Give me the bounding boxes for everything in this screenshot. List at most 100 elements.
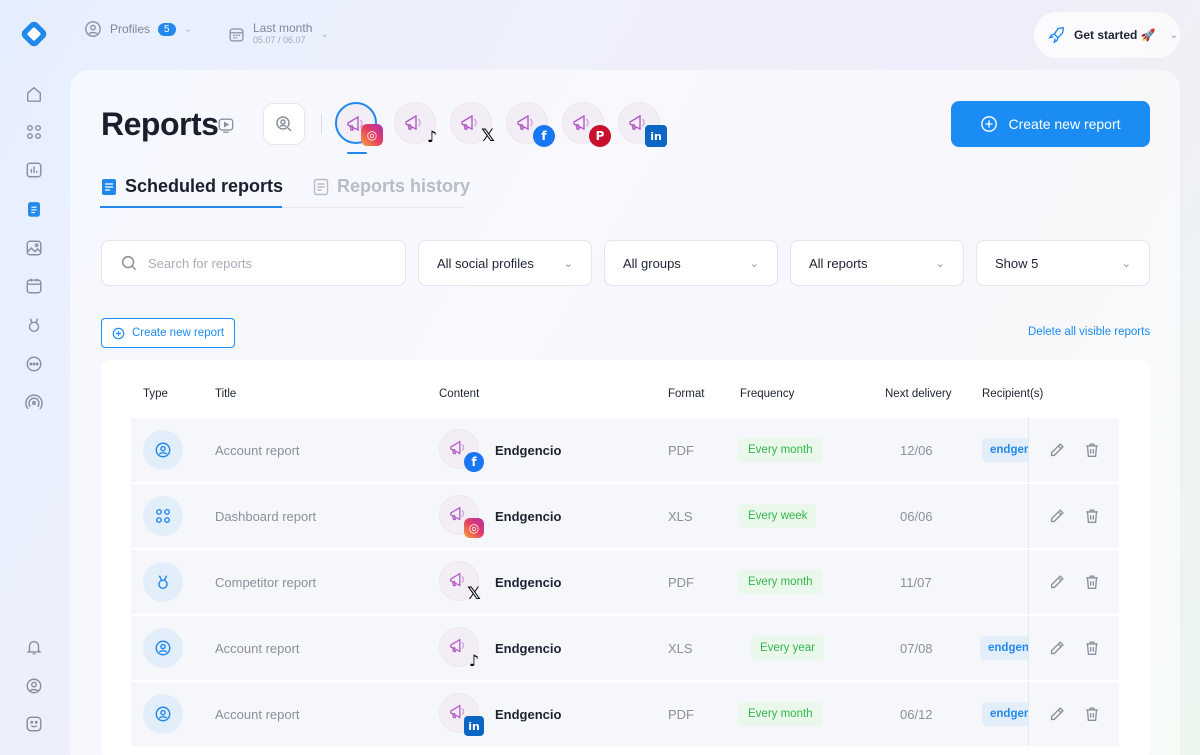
edit-icon[interactable] xyxy=(1048,573,1066,591)
trash-icon[interactable] xyxy=(1083,705,1101,723)
content-name: Endgencio xyxy=(495,509,562,524)
get-started-button[interactable]: Get started 🚀 ⌄ xyxy=(1034,12,1180,58)
content-name: Endgencio xyxy=(495,575,562,590)
next-delivery: 11/07 xyxy=(900,575,932,590)
report-icon xyxy=(102,178,116,195)
reports-dropdown[interactable]: All reports ⌄ xyxy=(790,240,964,286)
chevron-down-icon: ⌄ xyxy=(183,23,192,35)
trash-icon[interactable] xyxy=(1083,441,1101,459)
plus-circle-icon xyxy=(981,116,998,132)
search-icon xyxy=(121,255,137,271)
get-started-label: Get started 🚀 xyxy=(1074,28,1156,42)
next-delivery: 12/06 xyxy=(900,443,933,458)
header-recipients: Recipient(s) xyxy=(982,388,1044,400)
social-profiles-dropdown[interactable]: All social profiles ⌄ xyxy=(418,240,592,286)
profile-tiktok[interactable]: ♪ xyxy=(394,102,437,146)
period-selector[interactable]: Last month 05.07 / 06.07 ⌄ xyxy=(228,22,329,46)
recipient-chip: endgen xyxy=(982,702,1028,726)
report-title[interactable]: Account report xyxy=(215,641,300,656)
show-count-dropdown[interactable]: Show 5 ⌄ xyxy=(976,240,1150,286)
app-logo[interactable] xyxy=(19,19,49,49)
delete-all-visible-link[interactable]: Delete all visible reports xyxy=(1028,326,1150,338)
header-content: Content xyxy=(439,388,480,400)
search-box[interactable] xyxy=(101,240,406,286)
frequency-badge: Every month xyxy=(739,438,822,462)
format-value: PDF xyxy=(668,575,694,590)
create-small-label: Create new report xyxy=(131,327,225,339)
social-profiles-value: All social profiles xyxy=(437,255,534,271)
trash-icon[interactable] xyxy=(1083,639,1101,657)
media-icon[interactable] xyxy=(24,238,44,258)
format-value: XLS xyxy=(668,509,693,524)
chevron-down-icon: ⌄ xyxy=(935,257,945,270)
table-row[interactable]: Account report in Endgencio PDF Every mo… xyxy=(131,682,1119,746)
search-input[interactable] xyxy=(148,255,388,271)
home-icon[interactable] xyxy=(24,84,44,104)
create-new-report-small-button[interactable]: Create new report xyxy=(101,318,235,348)
profiles-label: Profiles xyxy=(110,22,151,36)
trash-icon[interactable] xyxy=(1083,507,1101,525)
chevron-down-icon: ⌄ xyxy=(749,257,759,270)
header-format: Format xyxy=(668,388,705,400)
report-title[interactable]: Account report xyxy=(215,443,300,458)
sidebar xyxy=(0,0,68,755)
tiktok-icon: ♪ xyxy=(468,650,480,670)
dashboard-icon xyxy=(143,496,183,536)
tiktok-icon: ♪ xyxy=(426,126,438,146)
edit-icon[interactable] xyxy=(1048,639,1066,657)
content-avatar: 𝕏 xyxy=(439,561,481,604)
profile-x[interactable]: 𝕏 xyxy=(450,102,495,146)
profiles-selector[interactable]: Profiles 5 ⌄ xyxy=(84,20,192,38)
edit-icon[interactable] xyxy=(1048,507,1066,525)
table-row[interactable]: Account report ♪ Endgencio XLS Every yea… xyxy=(131,616,1119,680)
profile-pinterest[interactable]: P xyxy=(562,102,611,147)
tab-reports-history[interactable]: Reports history xyxy=(313,176,470,197)
chart-icon[interactable] xyxy=(24,160,44,180)
report-title[interactable]: Dashboard report xyxy=(215,509,316,524)
report-icon[interactable] xyxy=(24,199,44,219)
account-icon xyxy=(143,430,183,470)
chevron-down-icon: ⌄ xyxy=(1121,257,1131,270)
facebook-icon: f xyxy=(464,452,484,472)
bell-icon[interactable] xyxy=(24,637,44,657)
content-name: Endgencio xyxy=(495,641,562,656)
edit-icon[interactable] xyxy=(1048,441,1066,459)
create-new-report-button[interactable]: Create new report xyxy=(951,101,1150,147)
pinterest-icon: P xyxy=(589,125,611,147)
edit-icon[interactable] xyxy=(1048,705,1066,723)
tab-scheduled-reports[interactable]: Scheduled reports xyxy=(101,176,283,197)
facebook-icon: f xyxy=(533,125,555,147)
content-avatar: f xyxy=(439,429,484,472)
frequency-badge: Every month xyxy=(739,570,822,594)
profile-facebook[interactable]: f xyxy=(506,102,555,147)
table-row[interactable]: Dashboard report ◎ Endgencio XLS Every w… xyxy=(131,484,1119,548)
grid-icon[interactable] xyxy=(24,122,44,142)
trash-icon[interactable] xyxy=(1083,573,1101,591)
broadcast-icon[interactable] xyxy=(24,393,44,413)
account-icon xyxy=(143,694,183,734)
report-title[interactable]: Competitor report xyxy=(215,575,316,590)
report-title[interactable]: Account report xyxy=(215,707,300,722)
smile-icon[interactable] xyxy=(24,714,44,734)
video-tutorial-icon[interactable] xyxy=(217,116,235,134)
create-new-report-label: Create new report xyxy=(1008,116,1121,132)
row-actions-divider xyxy=(1028,484,1029,548)
chat-icon[interactable] xyxy=(24,354,44,374)
user-circle-icon xyxy=(85,21,101,37)
x-icon: 𝕏 xyxy=(481,126,495,146)
profile-linkedin[interactable]: in xyxy=(618,102,667,147)
table-row[interactable]: Account report f Endgencio PDF Every mon… xyxy=(131,418,1119,482)
user-icon[interactable] xyxy=(24,676,44,696)
show-count-value: Show 5 xyxy=(995,255,1039,271)
profiles-group-icon xyxy=(276,116,292,132)
all-profiles-filter-button[interactable] xyxy=(263,103,305,145)
frequency-badge: Every week xyxy=(739,504,817,528)
report-outline-icon xyxy=(313,178,329,195)
profile-instagram[interactable]: ◎ xyxy=(335,102,383,146)
calendar-icon[interactable] xyxy=(24,276,44,296)
content-avatar: ♪ xyxy=(439,627,479,670)
table-row[interactable]: Competitor report 𝕏 Endgencio PDF Every … xyxy=(131,550,1119,614)
groups-dropdown[interactable]: All groups ⌄ xyxy=(604,240,778,286)
content-name: Endgencio xyxy=(495,707,562,722)
trophy-icon[interactable] xyxy=(24,315,44,335)
